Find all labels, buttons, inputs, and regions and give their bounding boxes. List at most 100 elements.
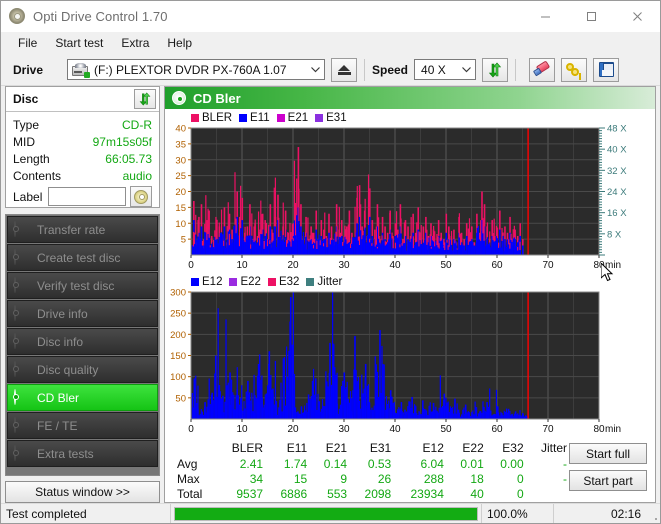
drive-select-value: (F:) PLEXTOR DVDR PX-760A 1.07 xyxy=(94,63,287,77)
chart-bler-plot: 51015202530354001020304050607080min8 X16… xyxy=(165,125,655,273)
svg-text:16 X: 16 X xyxy=(607,208,627,219)
stats-cell: 2.41 xyxy=(217,456,267,471)
stats-table: BLER E11 E21 E31 E12 E22 E32 Jitter Avg xyxy=(171,441,571,501)
sidebar-item-label: CD Bler xyxy=(37,391,79,405)
main-body: Disc Type CD-R MID 97m1 xyxy=(1,86,660,503)
svg-text:35: 35 xyxy=(175,139,186,150)
menu-item-start-test[interactable]: Start test xyxy=(46,34,112,52)
svg-text:30: 30 xyxy=(338,424,350,435)
close-button[interactable] xyxy=(614,1,660,32)
sidebar-item-disc-info[interactable]: Disc info xyxy=(7,328,158,355)
sidebar-item-cd-bler[interactable]: CD Bler xyxy=(7,384,158,411)
disc-label-button[interactable] xyxy=(130,186,152,207)
chart-bler-legend: BLER E11 E21 E31 xyxy=(165,111,655,125)
maximize-button[interactable] xyxy=(568,1,614,32)
menu-item-file[interactable]: File xyxy=(9,34,46,52)
disc-row-length-value: 66:05.73 xyxy=(105,152,152,166)
disc-row-mid-key: MID xyxy=(13,135,35,149)
sidebar-item-transfer-rate[interactable]: Transfer rate xyxy=(7,216,158,243)
drive-select[interactable]: (F:) PLEXTOR DVDR PX-760A 1.07 xyxy=(67,59,325,80)
legend-swatch-e22 xyxy=(229,278,237,286)
svg-text:10: 10 xyxy=(236,424,248,435)
svg-text:150: 150 xyxy=(170,351,186,362)
svg-text:70: 70 xyxy=(542,424,554,435)
drive-icon xyxy=(72,63,89,77)
legend-item-e31: E31 xyxy=(315,112,346,124)
status-window-button[interactable]: Status window >> xyxy=(5,481,160,503)
erase-button[interactable] xyxy=(529,58,555,82)
sidebar-item-disc-quality[interactable]: Disc quality xyxy=(7,356,158,383)
stats-col-e11: E11 xyxy=(267,441,311,456)
svg-text:200: 200 xyxy=(170,330,186,341)
floppy-save-icon xyxy=(599,62,614,77)
settings-keys-button[interactable] xyxy=(561,58,587,82)
minimize-button[interactable] xyxy=(522,1,568,32)
left-column: Disc Type CD-R MID 97m1 xyxy=(5,86,160,503)
resize-grip[interactable] xyxy=(646,504,660,523)
stats-area: BLER E11 E21 E31 E12 E22 E32 Jitter Avg xyxy=(165,437,655,503)
disc-icon xyxy=(172,91,186,105)
legend-item-jitter: Jitter xyxy=(306,276,342,288)
test-list: Transfer rate Create test disc Verify te… xyxy=(5,214,160,476)
legend-swatch-jitter xyxy=(306,278,314,286)
sidebar-item-extra-tests[interactable]: Extra tests xyxy=(7,440,158,467)
menu-item-help[interactable]: Help xyxy=(158,34,201,52)
svg-text:40 X: 40 X xyxy=(607,145,627,156)
svg-text:24 X: 24 X xyxy=(607,187,627,198)
legend-item-e12: E12 xyxy=(191,276,222,288)
stats-cell: 34 xyxy=(217,471,267,486)
eraser-icon xyxy=(534,62,551,77)
refresh-button[interactable] xyxy=(482,58,508,82)
disc-row-contents-value: audio xyxy=(123,169,152,183)
chart-bler: BLER E11 E21 E31 xyxy=(165,111,655,273)
stats-cell: 1.74 xyxy=(267,456,311,471)
window-title: Opti Drive Control 1.70 xyxy=(33,9,168,24)
sidebar-item-label: Transfer rate xyxy=(37,223,105,237)
stats-col-e21: E21 xyxy=(311,441,351,456)
start-buttons: Start full Start part xyxy=(569,443,647,491)
menu-item-extra[interactable]: Extra xyxy=(112,34,158,52)
save-button[interactable] xyxy=(593,58,619,82)
sidebar-item-create-test-disc[interactable]: Create test disc xyxy=(7,244,158,271)
refresh-icon xyxy=(487,62,503,78)
svg-text:50: 50 xyxy=(440,424,452,435)
svg-text:80: 80 xyxy=(593,424,605,435)
panel-header: CD Bler xyxy=(165,87,655,109)
svg-text:min: min xyxy=(605,424,621,435)
legend-label-bler: BLER xyxy=(202,112,232,124)
drive-toolbar: Drive (F:) PLEXTOR DVDR PX-760A 1.07 Spe… xyxy=(1,54,660,86)
disc-label-input[interactable] xyxy=(48,187,126,206)
disc-gear-icon xyxy=(14,306,31,322)
sidebar-item-drive-info[interactable]: Drive info xyxy=(7,300,158,327)
disc-row-contents: Contents audio xyxy=(13,167,152,184)
eject-button[interactable] xyxy=(331,58,357,82)
stats-cell: 553 xyxy=(311,486,351,501)
svg-text:15: 15 xyxy=(175,203,186,214)
start-full-button[interactable]: Start full xyxy=(569,443,647,464)
stats-col-jitter: Jitter xyxy=(528,441,571,456)
svg-text:50: 50 xyxy=(175,393,186,404)
speed-select[interactable]: 40 X xyxy=(414,59,476,80)
disc-row-contents-key: Contents xyxy=(13,169,61,183)
sidebar-item-fe-te[interactable]: FE / TE xyxy=(7,412,158,439)
svg-text:25: 25 xyxy=(175,171,186,182)
disc-refresh-button[interactable] xyxy=(134,89,156,109)
stats-cell: 9537 xyxy=(217,486,267,501)
disc-gear-icon xyxy=(14,334,31,350)
stats-cell: 6886 xyxy=(267,486,311,501)
table-row: Avg 2.41 1.74 0.14 0.53 6.04 0.01 0.00 - xyxy=(171,456,571,471)
disc-panel: Disc Type CD-R MID 97m1 xyxy=(5,86,160,208)
sidebar-item-verify-test-disc[interactable]: Verify test disc xyxy=(7,272,158,299)
window-controls xyxy=(522,1,660,32)
sidebar-item-label: Disc quality xyxy=(37,363,98,377)
svg-text:0: 0 xyxy=(188,424,194,435)
legend-label-e21: E21 xyxy=(288,112,308,124)
disc-row-type-value: CD-R xyxy=(122,118,152,132)
progress-bar-cell xyxy=(171,504,482,523)
start-part-button[interactable]: Start part xyxy=(569,470,647,491)
legend-label-e22: E22 xyxy=(240,276,260,288)
legend-label-e32: E32 xyxy=(279,276,299,288)
disc-row-type: Type CD-R xyxy=(13,116,152,133)
stats-col-e22: E22 xyxy=(448,441,488,456)
disc-gear-icon xyxy=(14,278,31,294)
